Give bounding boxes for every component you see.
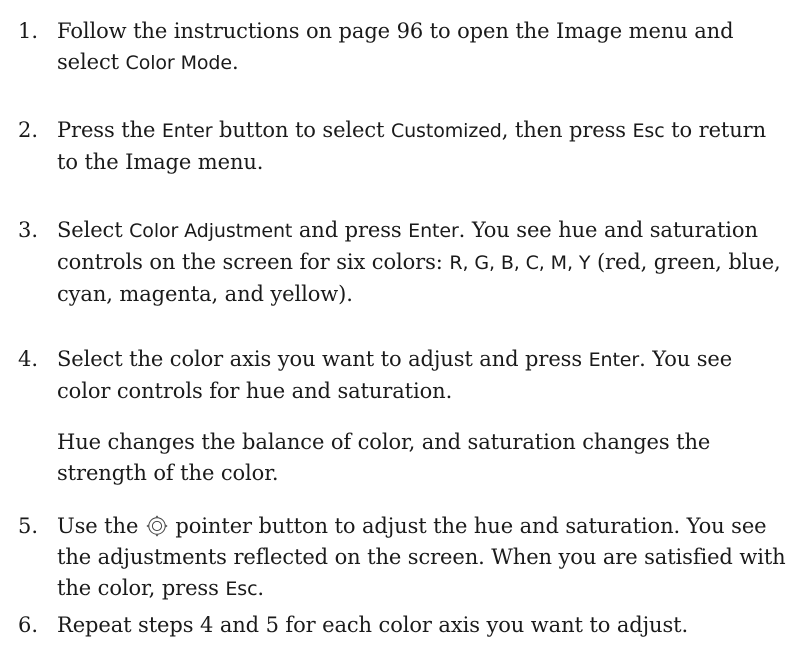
- ui-label-esc: Esc: [632, 120, 665, 142]
- text-run: and press: [292, 218, 409, 242]
- ui-label-color-list: R, G, B, C, M, Y: [449, 252, 591, 274]
- step-number: 3.: [18, 218, 39, 242]
- step-number: 2.: [18, 118, 39, 142]
- ui-label-esc: Esc: [225, 578, 258, 600]
- step-text: Select the color axis you want to adjust…: [57, 344, 787, 407]
- ui-label-enter: Enter: [408, 220, 459, 242]
- text-run: Use the: [57, 514, 145, 538]
- step-text: Press the Enter button to select Customi…: [57, 115, 787, 178]
- step-note: Hue changes the balance of color, and sa…: [57, 430, 711, 485]
- step-number: 1.: [18, 19, 39, 43]
- ui-label-enter: Enter: [588, 349, 640, 371]
- ui-label-customized: Customized: [390, 120, 502, 142]
- step-text: Follow the instructions on page 96 to op…: [57, 16, 787, 79]
- text-run: .: [231, 50, 239, 74]
- text-run: Select the color axis you want to adjust…: [57, 347, 589, 371]
- text-run: button to select: [212, 118, 391, 142]
- step-text: Repeat steps 4 and 5 for each color axis…: [57, 613, 689, 637]
- step-text: Use the pointer button to adjust the hue…: [57, 511, 787, 605]
- step-number: 4.: [18, 347, 39, 371]
- instruction-page: 1. Follow the instructions on page 96 to…: [0, 0, 794, 653]
- ui-label-color-adjustment: Color Adjustment: [129, 220, 293, 242]
- pointer-button-icon: [146, 515, 168, 537]
- ui-label-enter: Enter: [161, 120, 213, 142]
- step-number: 5.: [18, 514, 39, 538]
- text-run: , then press: [501, 118, 633, 142]
- ui-label-color-mode: Color Mode: [125, 52, 233, 74]
- step-number: 6.: [18, 613, 39, 637]
- step-text: Select Color Adjustment and press Enter.…: [57, 215, 787, 310]
- text-run: .: [257, 576, 264, 600]
- text-run: Select: [57, 218, 130, 242]
- text-run: Press the: [57, 118, 162, 142]
